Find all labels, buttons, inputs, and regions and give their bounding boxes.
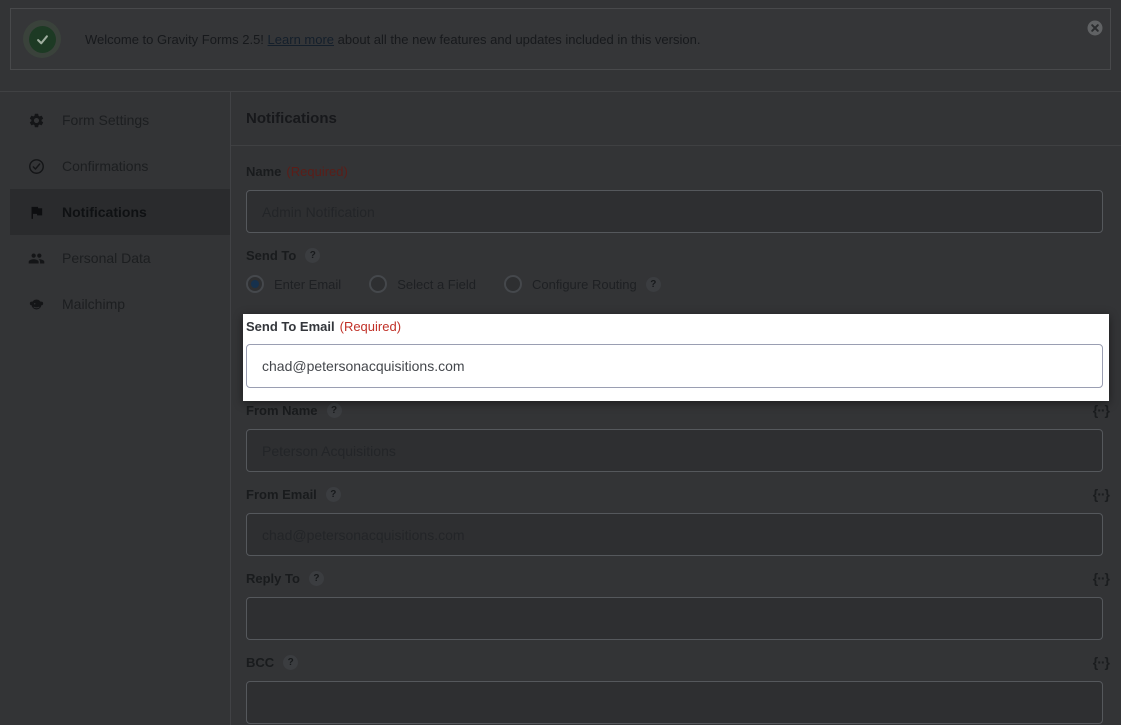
- sidebar-item-mailchimp[interactable]: Mailchimp: [0, 281, 230, 327]
- radio-circle: [369, 275, 388, 293]
- sidebar-item-label: Personal Data: [62, 250, 151, 266]
- help-icon[interactable]: ?: [308, 570, 324, 586]
- sidebar-item-label: Confirmations: [62, 158, 149, 174]
- field-reply-to: Reply To ? {··}: [246, 570, 1110, 640]
- banner-message-prefix: Welcome to Gravity Forms 2.5!: [85, 31, 264, 47]
- send-to-email-input[interactable]: [246, 344, 1103, 388]
- success-check-icon-inner: [28, 25, 56, 53]
- field-name: Name (Required): [246, 163, 1109, 233]
- radio-circle: [246, 275, 264, 293]
- from-email-label: From Email: [246, 486, 317, 502]
- notification-form: Name (Required) Send To ? Enter Email: [231, 146, 1121, 724]
- field-send-to: Send To ? Enter Email Select a Field Con…: [246, 247, 1109, 295]
- radio-select-a-field[interactable]: Select a Field: [369, 275, 476, 293]
- radio-label: Enter Email: [274, 276, 342, 292]
- help-icon[interactable]: ?: [305, 247, 321, 263]
- from-email-input[interactable]: [246, 513, 1103, 556]
- send-to-radio-group: Enter Email Select a Field Configure Rou…: [246, 273, 1109, 295]
- radio-enter-email[interactable]: Enter Email: [246, 275, 341, 293]
- send-to-email-label: Send To Email: [246, 318, 335, 334]
- reply-to-label: Reply To: [246, 570, 300, 586]
- send-to-email-required-label: (Required): [339, 318, 402, 334]
- from-name-label: From Name: [246, 402, 318, 418]
- from-name-input[interactable]: [246, 429, 1103, 472]
- sidebar-item-personal-data[interactable]: Personal Data: [0, 235, 230, 281]
- success-check-icon: [23, 20, 61, 58]
- help-icon[interactable]: ?: [283, 654, 299, 670]
- people-icon: [28, 250, 45, 267]
- bcc-input[interactable]: [246, 681, 1103, 724]
- banner-message-suffix: about all the new features and updates i…: [337, 31, 701, 47]
- field-from-email: From Email ? {··}: [246, 486, 1110, 556]
- radio-label: Configure Routing: [531, 276, 637, 292]
- name-input[interactable]: [246, 190, 1103, 233]
- sidebar-item-notifications[interactable]: Notifications: [10, 189, 230, 235]
- help-icon[interactable]: ?: [326, 402, 342, 418]
- banner-message: Welcome to Gravity Forms 2.5! Learn more…: [85, 32, 700, 47]
- mailchimp-icon: [28, 296, 45, 313]
- radio-circle: [503, 275, 522, 293]
- send-to-label: Send To: [246, 247, 297, 263]
- sidebar-item-confirmations[interactable]: Confirmations: [0, 143, 230, 189]
- check-circle-icon: [28, 158, 45, 175]
- field-bcc: BCC ? {··}: [246, 654, 1110, 724]
- welcome-banner: Welcome to Gravity Forms 2.5! Learn more…: [10, 8, 1111, 70]
- radio-configure-routing[interactable]: Configure Routing ?: [503, 275, 661, 293]
- flag-icon: [28, 204, 45, 221]
- sidebar-item-label: Notifications: [62, 204, 147, 220]
- settings-panel: Form Settings Confirmations Notification…: [0, 91, 1121, 725]
- learn-more-link[interactable]: Learn more: [268, 32, 334, 47]
- field-send-to-email-highlighted: Send To Email (Required): [243, 314, 1109, 401]
- merge-tag-icon[interactable]: {··}: [1093, 402, 1110, 418]
- name-required-label: (Required): [286, 163, 348, 179]
- notifications-content: Notifications Name (Required) Send To ?: [231, 92, 1121, 725]
- help-icon[interactable]: ?: [325, 486, 341, 502]
- name-label: Name: [246, 163, 282, 179]
- help-icon[interactable]: ?: [645, 276, 661, 292]
- gear-icon: [28, 112, 45, 129]
- merge-tag-icon[interactable]: {··}: [1093, 486, 1110, 502]
- radio-label: Select a Field: [397, 276, 476, 292]
- merge-tag-icon[interactable]: {··}: [1093, 570, 1110, 586]
- sidebar-item-label: Mailchimp: [62, 296, 126, 312]
- content-header: Notifications: [231, 92, 1121, 146]
- reply-to-input[interactable]: [246, 597, 1103, 640]
- bcc-label: BCC: [246, 654, 275, 670]
- settings-sidebar: Form Settings Confirmations Notification…: [0, 92, 231, 725]
- sidebar-item-form-settings[interactable]: Form Settings: [0, 97, 230, 143]
- sidebar-item-label: Form Settings: [62, 112, 150, 128]
- merge-tag-icon[interactable]: {··}: [1093, 654, 1110, 670]
- close-icon[interactable]: [1087, 20, 1103, 36]
- field-from-name: From Name ? {··}: [246, 402, 1110, 472]
- page-title: Notifications: [246, 110, 337, 127]
